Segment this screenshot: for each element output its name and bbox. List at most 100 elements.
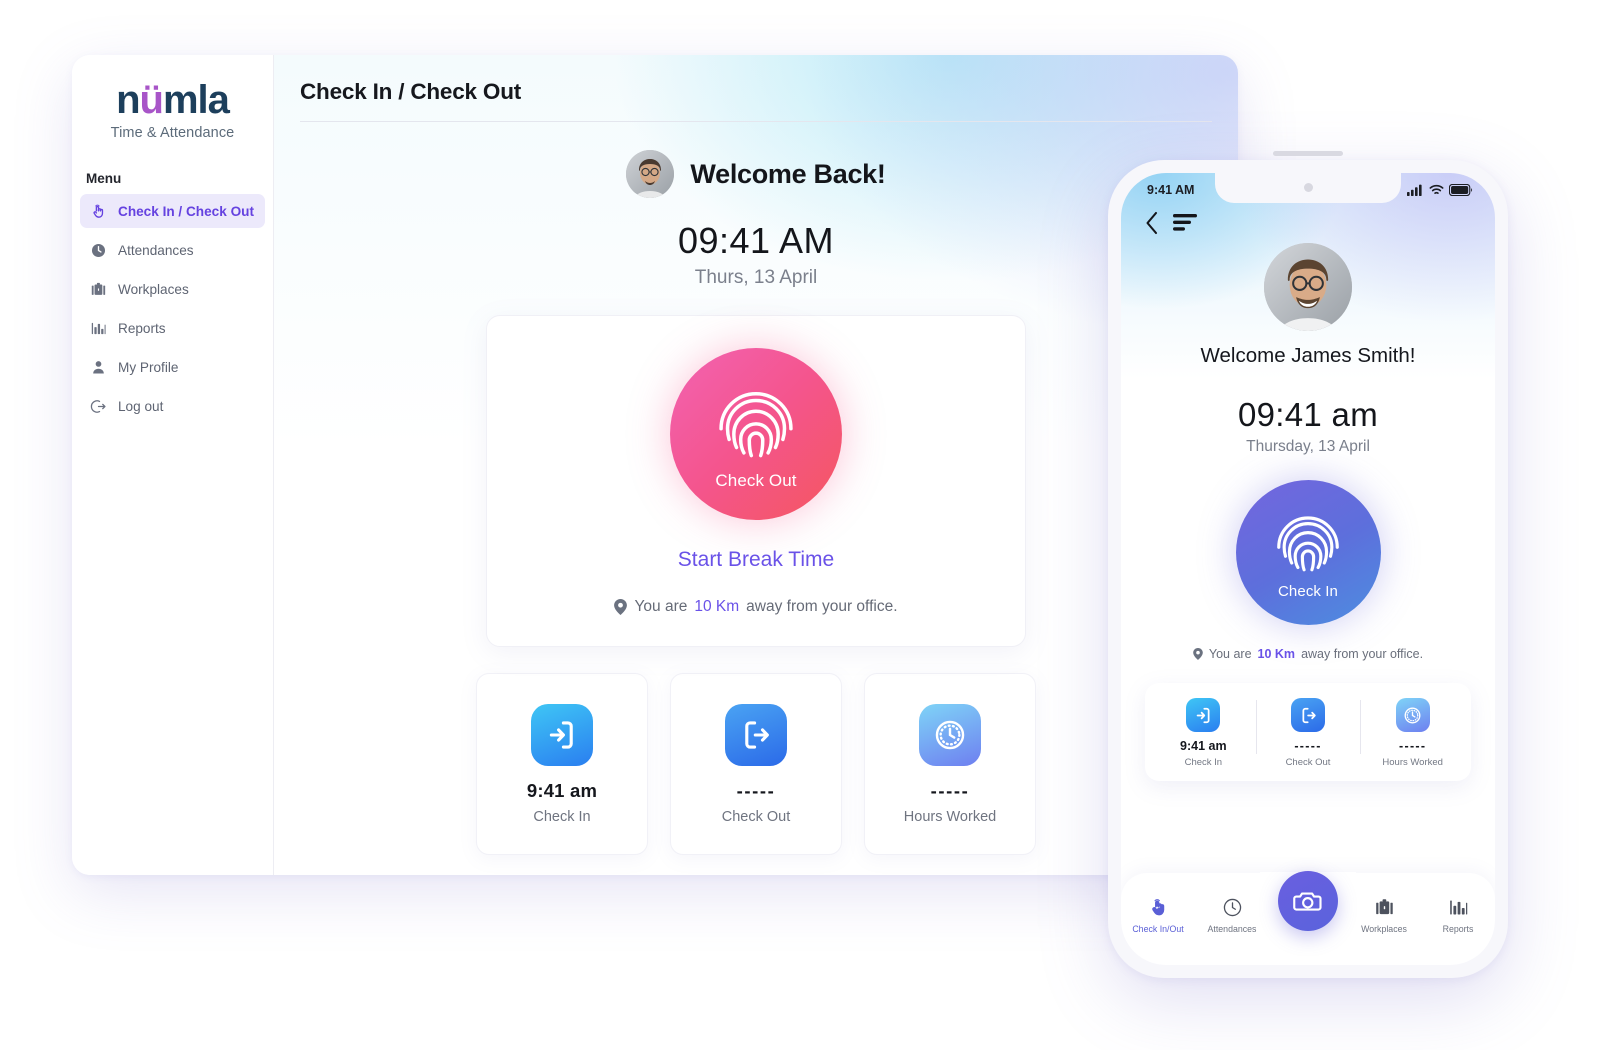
avatar-face-illustration (1264, 243, 1352, 331)
sidebar-item-workplaces[interactable]: Workplaces (80, 272, 265, 306)
location-pin-icon (614, 599, 628, 615)
bar-chart-icon (1449, 900, 1467, 915)
stat-value: 9:41 am (526, 779, 598, 801)
sidebar-item-label: Check In / Check Out (118, 203, 254, 219)
bottom-nav-item-check-in-out[interactable]: Check In/Out (1125, 897, 1191, 934)
logo-text-part2: ü (139, 78, 164, 122)
logout-icon (90, 398, 107, 415)
office-distance-value: 10 Km (1257, 647, 1296, 661)
clock-icon (1223, 898, 1241, 917)
bottom-nav-item-reports[interactable]: Reports (1425, 897, 1491, 934)
phone-fingerprint-wrap: Check In (1121, 480, 1495, 625)
page-title: Check In / Check Out (300, 79, 522, 104)
stat-card-check-out: ----- Check Out (1255, 698, 1361, 768)
check-in-button[interactable]: Check In (1235, 480, 1381, 625)
camera-capture-button[interactable] (1278, 871, 1338, 931)
phone-current-date: Thursday, 13 April (1246, 438, 1370, 455)
front-camera-icon (1303, 182, 1313, 192)
stat-value: ----- (930, 779, 970, 801)
brand-tagline: Time & Attendance (110, 125, 235, 141)
status-bar-time: 9:41 AM (1147, 183, 1195, 197)
check-in-icon (531, 703, 593, 766)
stat-cards-row: 9:41 am Check In ----- Check Out ----- H… (476, 673, 1036, 855)
menu-hamburger-icon[interactable] (1173, 213, 1199, 233)
bottom-nav-label: Workplaces (1361, 924, 1407, 934)
briefcase-icon (90, 281, 107, 298)
avatar (626, 150, 675, 198)
numla-logo: nümla (72, 79, 273, 121)
clock-icon (90, 242, 107, 259)
sidebar-item-label: Reports (118, 320, 166, 336)
stat-card-check-out: ----- Check Out (670, 673, 842, 855)
main-content: Check In / Check Out Welcome Back! 09:41… (274, 55, 1238, 875)
screenshot-root: nümla Time & Attendance Menu Check In / … (0, 0, 1600, 1050)
current-date: Thurs, 13 April (694, 267, 818, 288)
office-note-suffix: away from your office. (1301, 647, 1424, 661)
bottom-nav-label: Reports (1442, 924, 1474, 934)
title-divider (300, 121, 1212, 122)
location-pin-icon (1193, 648, 1203, 660)
sidebar-item-log-out[interactable]: Log out (80, 389, 265, 423)
battery-icon (1449, 184, 1473, 196)
phone-stat-card: 9:41 am Check In ----- Check Out ----- H… (1145, 683, 1471, 781)
camera-icon (1293, 892, 1322, 911)
bar-chart-icon (90, 320, 107, 337)
fingerprint-icon (1277, 516, 1339, 572)
office-note-suffix: away from your office. (746, 598, 898, 615)
stat-value: ----- (1399, 739, 1427, 753)
sidebar-item-reports[interactable]: Reports (80, 311, 265, 345)
check-in-button-label: Check In (1278, 583, 1338, 600)
stat-value: ----- (1294, 739, 1322, 753)
stat-card-check-in: 9:41 am Check In (1151, 698, 1256, 768)
check-out-icon (1291, 698, 1325, 732)
menu-section-label: Menu (86, 171, 122, 186)
check-out-button[interactable]: Check Out (670, 348, 842, 520)
stat-value: 9:41 am (1180, 739, 1227, 753)
back-chevron-icon[interactable] (1145, 211, 1159, 235)
sidebar-item-check-in-out[interactable]: Check In / Check Out (80, 194, 265, 228)
brand-block: nümla Time & Attendance (72, 73, 273, 145)
check-action-card: Check Out Start Break Time You are 10 Km… (486, 315, 1026, 647)
welcome-row: Welcome Back! (274, 150, 1238, 198)
phone-current-time: 09:41 am (1238, 396, 1378, 433)
tap-hand-icon (90, 203, 107, 220)
wifi-icon (1429, 184, 1444, 194)
phone-bottom-nav: Check In/Out Attendances Workplaces Repo… (1121, 871, 1495, 965)
briefcase-icon (1375, 899, 1393, 915)
stat-label: Check In (533, 808, 591, 825)
sidebar-item-label: Workplaces (118, 281, 189, 297)
avatar (1264, 243, 1352, 331)
logo-text-part1: n (116, 78, 140, 122)
office-note-prefix: You are (1208, 647, 1252, 661)
sidebar-item-label: Log out (118, 398, 164, 414)
bottom-nav-label: Attendances (1207, 924, 1257, 934)
person-icon (90, 359, 107, 376)
stat-label: Check In (1184, 757, 1223, 768)
phone-office-distance-note: You are 10 Km away from your office. (1121, 647, 1495, 661)
tap-hand-icon (1151, 899, 1164, 916)
stat-card-check-in: 9:41 am Check In (476, 673, 648, 855)
stat-label: Hours Worked (1382, 757, 1443, 768)
check-in-icon (1186, 698, 1221, 732)
stat-label: Hours Worked (903, 808, 997, 825)
phone-screen: 9:41 AM Welcome James Smith! 09:41 am Th… (1121, 173, 1495, 965)
cellular-signal-icon (1407, 184, 1422, 196)
phone-welcome-heading: Welcome James Smith! (1200, 344, 1416, 367)
sidebar-item-label: My Profile (118, 359, 179, 375)
start-break-time-link[interactable]: Start Break Time (487, 548, 1025, 572)
bottom-nav-item-attendances[interactable]: Attendances (1199, 897, 1265, 934)
sidebar-item-attendances[interactable]: Attendances (80, 233, 265, 267)
stat-value: ----- (736, 779, 776, 801)
office-note-prefix: You are (634, 598, 688, 615)
office-distance-note: You are 10 Km away from your office. (487, 598, 1025, 616)
current-time: 09:41 AM (677, 220, 835, 261)
check-out-button-label: Check Out (715, 471, 797, 490)
sidebar-item-label: Attendances (118, 242, 194, 258)
clock-tile-icon (1395, 698, 1430, 732)
sidebar-item-my-profile[interactable]: My Profile (80, 350, 265, 384)
sidebar-nav: Check In / Check Out Attendances Workpla… (72, 194, 273, 423)
phone-mockup: 9:41 AM Welcome James Smith! 09:41 am Th… (1108, 151, 1508, 978)
fingerprint-icon (719, 392, 793, 458)
bottom-nav-item-workplaces[interactable]: Workplaces (1351, 897, 1417, 934)
bottom-nav-label: Check In/Out (1132, 924, 1184, 934)
